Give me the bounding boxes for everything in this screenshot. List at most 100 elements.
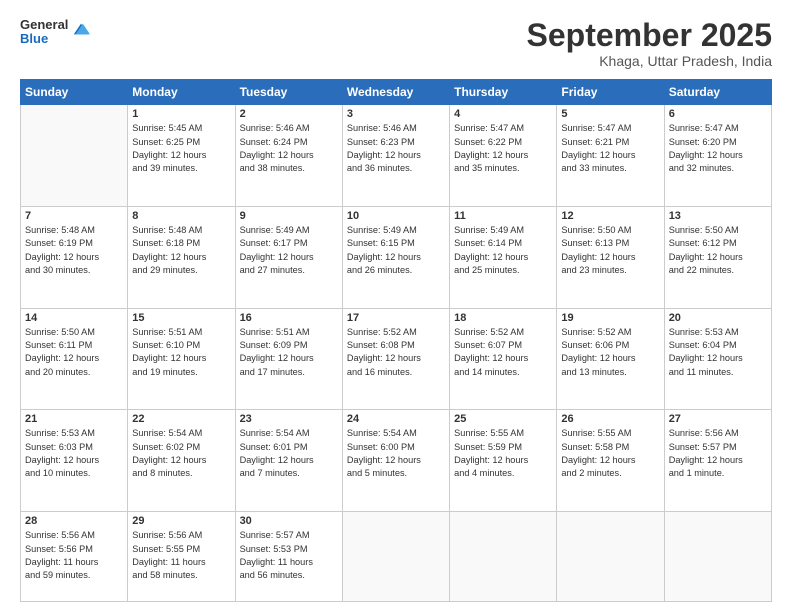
day-info: Sunrise: 5:49 AM Sunset: 6:17 PM Dayligh… [240, 224, 338, 277]
header-row: SundayMondayTuesdayWednesdayThursdayFrid… [21, 80, 772, 105]
weekday-header: Monday [128, 80, 235, 105]
day-number: 6 [669, 108, 767, 120]
day-info: Sunrise: 5:52 AM Sunset: 6:06 PM Dayligh… [561, 326, 659, 379]
day-info: Sunrise: 5:50 AM Sunset: 6:13 PM Dayligh… [561, 224, 659, 277]
day-info: Sunrise: 5:48 AM Sunset: 6:19 PM Dayligh… [25, 224, 123, 277]
calendar-day-cell [450, 512, 557, 602]
day-info: Sunrise: 5:54 AM Sunset: 6:02 PM Dayligh… [132, 427, 230, 480]
day-number: 18 [454, 312, 552, 324]
weekday-header: Saturday [664, 80, 771, 105]
page: General Blue September 2025 Khaga, Uttar… [0, 0, 792, 612]
day-info: Sunrise: 5:54 AM Sunset: 6:01 PM Dayligh… [240, 427, 338, 480]
day-number: 26 [561, 413, 659, 425]
day-info: Sunrise: 5:45 AM Sunset: 6:25 PM Dayligh… [132, 122, 230, 175]
day-number: 24 [347, 413, 445, 425]
calendar-day-cell [21, 105, 128, 207]
calendar-day-cell [664, 512, 771, 602]
day-number: 8 [132, 210, 230, 222]
day-info: Sunrise: 5:56 AM Sunset: 5:56 PM Dayligh… [25, 529, 123, 582]
calendar-day-cell: 19 Sunrise: 5:52 AM Sunset: 6:06 PM Dayli… [557, 308, 664, 410]
day-number: 13 [669, 210, 767, 222]
calendar-week-row: 1 Sunrise: 5:45 AM Sunset: 6:25 PM Daylig… [21, 105, 772, 207]
calendar-day-cell: 26 Sunrise: 5:55 AM Sunset: 5:58 PM Dayli… [557, 410, 664, 512]
calendar-day-cell: 9 Sunrise: 5:49 AM Sunset: 6:17 PM Daylig… [235, 206, 342, 308]
day-number: 22 [132, 413, 230, 425]
day-number: 11 [454, 210, 552, 222]
day-number: 12 [561, 210, 659, 222]
logo-icon [72, 20, 90, 38]
day-number: 28 [25, 515, 123, 527]
weekday-header: Sunday [21, 80, 128, 105]
calendar-day-cell: 5Sunrise: 5:47 AM Sunset: 6:21 PM Daylig… [557, 105, 664, 207]
calendar-day-cell: 27Sunrise: 5:56 AM Sunset: 5:57 PM Dayli… [664, 410, 771, 512]
calendar-week-row: 14 Sunrise: 5:50 AM Sunset: 6:11 PM Dayli… [21, 308, 772, 410]
day-info: Sunrise: 5:51 AM Sunset: 6:10 PM Dayligh… [132, 326, 230, 379]
day-info: Sunrise: 5:55 AM Sunset: 5:58 PM Dayligh… [561, 427, 659, 480]
day-info: Sunrise: 5:54 AM Sunset: 6:00 PM Dayligh… [347, 427, 445, 480]
day-info: Sunrise: 5:51 AM Sunset: 6:09 PM Dayligh… [240, 326, 338, 379]
day-info: Sunrise: 5:57 AM Sunset: 5:53 PM Dayligh… [240, 529, 338, 582]
calendar-day-cell: 12 Sunrise: 5:50 AM Sunset: 6:13 PM Dayli… [557, 206, 664, 308]
weekday-header: Thursday [450, 80, 557, 105]
calendar-day-cell: 22 Sunrise: 5:54 AM Sunset: 6:02 PM Dayli… [128, 410, 235, 512]
month-title: September 2025 [527, 18, 772, 53]
calendar-day-cell: 20 Sunrise: 5:53 AM Sunset: 6:04 PM Dayli… [664, 308, 771, 410]
day-info: Sunrise: 5:53 AM Sunset: 6:03 PM Dayligh… [25, 427, 123, 480]
calendar-week-row: 7 Sunrise: 5:48 AM Sunset: 6:19 PM Daylig… [21, 206, 772, 308]
day-number: 14 [25, 312, 123, 324]
calendar-week-row: 21 Sunrise: 5:53 AM Sunset: 6:03 PM Dayli… [21, 410, 772, 512]
calendar-day-cell: 16 Sunrise: 5:51 AM Sunset: 6:09 PM Dayli… [235, 308, 342, 410]
day-info: Sunrise: 5:48 AM Sunset: 6:18 PM Dayligh… [132, 224, 230, 277]
header: General Blue September 2025 Khaga, Uttar… [20, 18, 772, 69]
calendar-day-cell: 6 Sunrise: 5:47 AM Sunset: 6:20 PM Daylig… [664, 105, 771, 207]
day-info: Sunrise: 5:53 AM Sunset: 6:04 PM Dayligh… [669, 326, 767, 379]
day-number: 16 [240, 312, 338, 324]
calendar-day-cell: 18 Sunrise: 5:52 AM Sunset: 6:07 PM Dayli… [450, 308, 557, 410]
day-info: Sunrise: 5:47 AM Sunset: 6:20 PM Dayligh… [669, 122, 767, 175]
day-number: 9 [240, 210, 338, 222]
weekday-header: Wednesday [342, 80, 449, 105]
day-info: Sunrise: 5:50 AM Sunset: 6:11 PM Dayligh… [25, 326, 123, 379]
calendar-day-cell: 1 Sunrise: 5:45 AM Sunset: 6:25 PM Daylig… [128, 105, 235, 207]
day-info: Sunrise: 5:56 AM Sunset: 5:57 PM Dayligh… [669, 427, 767, 480]
day-info: Sunrise: 5:52 AM Sunset: 6:07 PM Dayligh… [454, 326, 552, 379]
day-info: Sunrise: 5:50 AM Sunset: 6:12 PM Dayligh… [669, 224, 767, 277]
calendar-day-cell: 29Sunrise: 5:56 AM Sunset: 5:55 PM Dayli… [128, 512, 235, 602]
calendar-day-cell: 8 Sunrise: 5:48 AM Sunset: 6:18 PM Daylig… [128, 206, 235, 308]
title-block: September 2025 Khaga, Uttar Pradesh, Ind… [527, 18, 772, 69]
day-info: Sunrise: 5:52 AM Sunset: 6:08 PM Dayligh… [347, 326, 445, 379]
calendar-table: SundayMondayTuesdayWednesdayThursdayFrid… [20, 79, 772, 602]
day-info: Sunrise: 5:47 AM Sunset: 6:21 PM Dayligh… [561, 122, 659, 175]
calendar-day-cell: 11Sunrise: 5:49 AM Sunset: 6:14 PM Dayli… [450, 206, 557, 308]
calendar-day-cell: 24 Sunrise: 5:54 AM Sunset: 6:00 PM Dayli… [342, 410, 449, 512]
calendar-day-cell: 30 Sunrise: 5:57 AM Sunset: 5:53 PM Dayli… [235, 512, 342, 602]
weekday-header: Friday [557, 80, 664, 105]
day-number: 4 [454, 108, 552, 120]
day-number: 2 [240, 108, 338, 120]
calendar-day-cell: 7 Sunrise: 5:48 AM Sunset: 6:19 PM Daylig… [21, 206, 128, 308]
calendar-week-row: 28 Sunrise: 5:56 AM Sunset: 5:56 PM Dayli… [21, 512, 772, 602]
day-info: Sunrise: 5:46 AM Sunset: 6:23 PM Dayligh… [347, 122, 445, 175]
day-number: 30 [240, 515, 338, 527]
day-number: 1 [132, 108, 230, 120]
calendar-day-cell: 23Sunrise: 5:54 AM Sunset: 6:01 PM Dayli… [235, 410, 342, 512]
calendar-day-cell: 13 Sunrise: 5:50 AM Sunset: 6:12 PM Dayli… [664, 206, 771, 308]
calendar-day-cell: 2Sunrise: 5:46 AM Sunset: 6:24 PM Daylig… [235, 105, 342, 207]
day-number: 7 [25, 210, 123, 222]
day-number: 15 [132, 312, 230, 324]
logo-general: General [20, 18, 68, 32]
calendar-day-cell: 14 Sunrise: 5:50 AM Sunset: 6:11 PM Dayli… [21, 308, 128, 410]
day-number: 29 [132, 515, 230, 527]
day-number: 20 [669, 312, 767, 324]
calendar-day-cell: 17Sunrise: 5:52 AM Sunset: 6:08 PM Dayli… [342, 308, 449, 410]
weekday-header: Tuesday [235, 80, 342, 105]
day-info: Sunrise: 5:49 AM Sunset: 6:15 PM Dayligh… [347, 224, 445, 277]
day-number: 10 [347, 210, 445, 222]
subtitle: Khaga, Uttar Pradesh, India [527, 53, 772, 69]
calendar-day-cell [557, 512, 664, 602]
day-number: 19 [561, 312, 659, 324]
day-info: Sunrise: 5:47 AM Sunset: 6:22 PM Dayligh… [454, 122, 552, 175]
day-number: 21 [25, 413, 123, 425]
calendar-day-cell: 10 Sunrise: 5:49 AM Sunset: 6:15 PM Dayli… [342, 206, 449, 308]
day-info: Sunrise: 5:55 AM Sunset: 5:59 PM Dayligh… [454, 427, 552, 480]
